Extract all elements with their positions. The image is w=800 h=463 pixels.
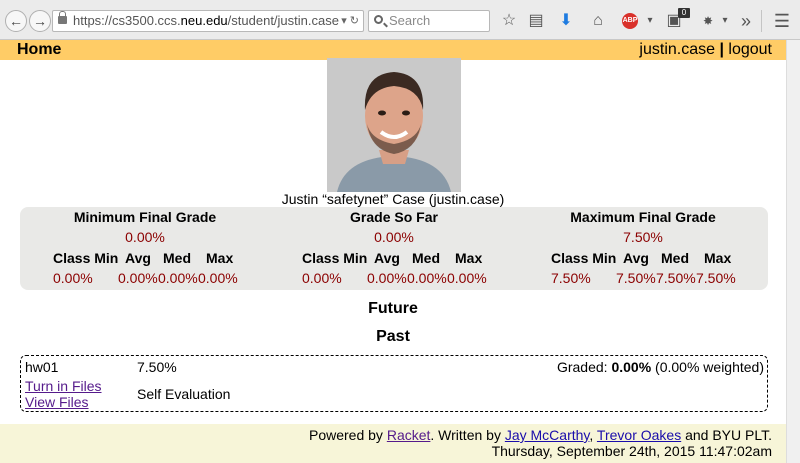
overflow-icon[interactable]: » bbox=[736, 11, 756, 31]
turn-in-files-link[interactable]: Turn in Files bbox=[25, 378, 102, 394]
view-files-link[interactable]: View Files bbox=[25, 394, 89, 410]
stat-value-avg: 7.50% bbox=[616, 270, 656, 286]
assignment-score: 7.50% bbox=[137, 359, 177, 375]
assignment-name: hw01 bbox=[25, 359, 59, 375]
notification-badge: 0 bbox=[678, 8, 690, 18]
browser-toolbar: ← → https://cs3500.ccs.neu.edu/student/j… bbox=[0, 0, 800, 40]
assignment-graded-status: Graded: 0.00% (0.00% weighted) bbox=[557, 359, 764, 375]
stat-header-avg: Avg bbox=[623, 250, 649, 266]
stat-value-med: 0.00% bbox=[158, 270, 198, 286]
toolbar-divider bbox=[761, 10, 762, 32]
stat-value-max: 7.50% bbox=[696, 270, 736, 286]
graded-weighted: (0.00% weighted) bbox=[651, 359, 764, 375]
grade-column-so-far: Grade So Far 0.00% Class Min Avg Med Max… bbox=[269, 207, 519, 290]
grade-column-value: 0.00% bbox=[125, 229, 165, 245]
self-evaluation-label: Self Evaluation bbox=[137, 386, 231, 402]
grade-column-title: Grade So Far bbox=[350, 209, 438, 225]
footer-credits: Powered by Racket. Written by Jay McCart… bbox=[309, 427, 772, 443]
url-host: neu.edu bbox=[180, 13, 228, 28]
url-prefix: https://cs3500.ccs. bbox=[73, 13, 181, 28]
author-link-trevor[interactable]: Trevor Oakes bbox=[597, 427, 681, 443]
author-link-jay[interactable]: Jay McCarthy bbox=[505, 427, 590, 443]
url-dropdown-reload-icon[interactable]: ▾ ↻ bbox=[339, 11, 359, 31]
footer-powered-by: Powered by bbox=[309, 427, 387, 443]
grade-column-title: Maximum Final Grade bbox=[570, 209, 716, 225]
user-area: justin.case | logout bbox=[639, 40, 772, 60]
footer-byu: and BYU PLT. bbox=[681, 427, 772, 443]
stat-header-avg: Avg bbox=[125, 250, 151, 266]
back-icon[interactable]: ← bbox=[5, 10, 27, 32]
forward-icon[interactable]: → bbox=[29, 10, 51, 32]
reading-list-icon[interactable]: ▤ bbox=[526, 11, 546, 31]
stat-value-med: 0.00% bbox=[407, 270, 447, 286]
grade-column-title: Minimum Final Grade bbox=[73, 209, 217, 225]
avatar bbox=[327, 58, 461, 192]
lock-icon bbox=[58, 11, 67, 24]
stat-header-max: Max bbox=[704, 250, 732, 266]
grades-panel: Minimum Final Grade 0.00% Class Min Avg … bbox=[20, 207, 768, 290]
extension-dropdown-icon[interactable]: ▾ bbox=[715, 11, 735, 31]
footer-written-by: . Written by bbox=[430, 427, 505, 443]
assignment-card: hw01 7.50% Graded: 0.00% (0.00% weighted… bbox=[20, 355, 768, 412]
site-header: Home justin.case | logout bbox=[0, 40, 786, 60]
stat-header-max: Max bbox=[455, 250, 483, 266]
stat-value-max: 0.00% bbox=[198, 270, 238, 286]
stat-value-class-min: 0.00% bbox=[53, 270, 93, 286]
stat-header-med: Med bbox=[412, 250, 440, 266]
stat-value-class-min: 7.50% bbox=[551, 270, 591, 286]
grade-column-value: 7.50% bbox=[623, 229, 663, 245]
url-bar[interactable]: https://cs3500.ccs.neu.edu/student/justi… bbox=[52, 10, 364, 32]
stat-header-med: Med bbox=[163, 250, 191, 266]
stat-value-avg: 0.00% bbox=[118, 270, 158, 286]
search-input[interactable]: Search bbox=[368, 10, 490, 32]
avatar-photo bbox=[327, 58, 461, 192]
grade-column-maximum: Maximum Final Grade 7.50% Class Min Avg … bbox=[518, 207, 768, 290]
racket-link[interactable]: Racket bbox=[387, 427, 431, 443]
grade-column-minimum: Minimum Final Grade 0.00% Class Min Avg … bbox=[20, 207, 270, 290]
stat-value-max: 0.00% bbox=[447, 270, 487, 286]
graded-value: 0.00% bbox=[611, 359, 652, 375]
stat-value-avg: 0.00% bbox=[367, 270, 407, 286]
section-title-future: Future bbox=[368, 300, 418, 317]
home-link[interactable]: Home bbox=[17, 40, 61, 60]
stat-value-med: 7.50% bbox=[656, 270, 696, 286]
header-separator: | bbox=[719, 41, 724, 58]
section-title-past: Past bbox=[376, 328, 410, 345]
footer-comma: , bbox=[589, 427, 597, 443]
download-icon[interactable]: ⬇ bbox=[556, 11, 576, 31]
footer-timestamp: Thursday, September 24th, 2015 11:47:02a… bbox=[491, 443, 772, 459]
menu-icon[interactable]: ☰ bbox=[772, 11, 792, 31]
stat-value-class-min: 0.00% bbox=[302, 270, 342, 286]
stat-header-class-min: Class Min bbox=[302, 250, 368, 266]
url-path: /student/justin.case bbox=[227, 13, 339, 28]
profile-caption: Justin “safetynet” Case (justin.case) bbox=[281, 191, 505, 207]
stat-header-class-min: Class Min bbox=[551, 250, 617, 266]
page-footer: Powered by Racket. Written by Jay McCart… bbox=[0, 424, 786, 463]
stat-header-med: Med bbox=[661, 250, 689, 266]
adblock-icon[interactable]: ABP bbox=[622, 13, 638, 29]
stat-header-max: Max bbox=[206, 250, 234, 266]
grade-column-value: 0.00% bbox=[374, 229, 414, 245]
graded-label: Graded: bbox=[556, 359, 612, 375]
adblock-dropdown-icon[interactable]: ▾ bbox=[640, 11, 660, 31]
logout-link[interactable]: logout bbox=[728, 41, 772, 58]
bookmark-star-icon[interactable]: ☆ bbox=[499, 11, 519, 31]
page-scrollbar[interactable] bbox=[786, 40, 800, 463]
username-link[interactable]: justin.case bbox=[639, 41, 715, 58]
search-placeholder: Search bbox=[389, 13, 431, 28]
stat-header-class-min: Class Min bbox=[53, 250, 119, 266]
stat-header-avg: Avg bbox=[374, 250, 400, 266]
search-icon bbox=[374, 15, 383, 24]
home-icon[interactable]: ⌂ bbox=[588, 11, 608, 31]
